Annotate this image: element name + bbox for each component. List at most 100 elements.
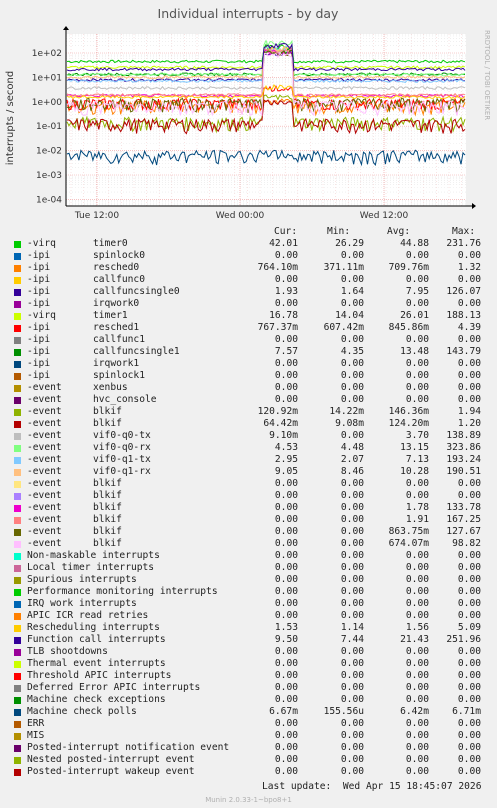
legend-row: -event blkif 0.00 0.00 1.91 167.25 (0, 514, 497, 526)
legend-value-max: 188.13 (446, 310, 481, 321)
legend-label: Thermal event interrupts (27, 658, 166, 669)
munin-footer: Munin 2.0.33-1~bpo8+1 (205, 796, 292, 804)
legend-value-cur: 9.05 (274, 466, 298, 477)
legend-row: -event vif0-q0-tx 9.10m 0.00 3.70 138.89 (0, 430, 497, 442)
legend-value-cur: 64.42m (263, 418, 298, 429)
legend-swatch (14, 505, 21, 512)
legend-value-max: 0.00 (457, 334, 481, 345)
legend-label: -event (27, 514, 62, 525)
legend-label: Spurious interrupts (27, 574, 137, 585)
legend-value-max: 0.00 (457, 682, 481, 693)
legend-value-cur: 0.00 (274, 742, 298, 753)
legend-label-detail: blkif (93, 478, 122, 489)
legend-value-min: 0.00 (340, 730, 364, 741)
legend-value-min: 0.00 (340, 550, 364, 561)
legend-swatch (14, 277, 21, 284)
legend-label-detail: blkif (93, 538, 122, 549)
legend-value-max: 4.39 (457, 322, 481, 333)
legend-row: -virq timer0 42.01 26.29 44.88 231.76 (0, 238, 497, 250)
legend-swatch (14, 661, 21, 668)
legend-label-detail: timer1 (93, 310, 128, 321)
legend-value-cur: 0.00 (274, 586, 298, 597)
legend-label-detail: vif0-q0-rx (93, 442, 151, 453)
legend-swatch (14, 289, 21, 296)
legend-value-max: 143.79 (446, 346, 481, 357)
legend-value-cur: 764.10m (257, 262, 298, 273)
legend-label: -ipi (27, 286, 51, 297)
legend-value-min: 0.00 (340, 598, 364, 609)
legend-label: -ipi (27, 358, 51, 369)
ytick-label: 1e+01 (32, 73, 62, 83)
legend-label-detail: vif0-q0-tx (93, 430, 151, 441)
legend-value-min: 9.08m (335, 418, 364, 429)
legend-header-cur: Cur: (274, 226, 298, 237)
legend-value-cur: 0.00 (274, 730, 298, 741)
legend-swatch (14, 469, 21, 476)
legend-value-min: 0.00 (340, 754, 364, 765)
legend-label-detail: spinlock1 (93, 370, 145, 381)
legend-label: -virq (27, 238, 56, 249)
xtick-label: Wed 12:00 (360, 211, 409, 221)
legend-row: Machine check polls 6.67m 155.56u 6.42m 6.71… (0, 706, 497, 718)
legend-label: ERR (27, 718, 45, 729)
legend-label: Posted-interrupt wakeup event (27, 766, 195, 777)
last-update: Last update: Wed Apr 15 18:45:07 2026 (262, 781, 482, 792)
legend-value-min: 0.00 (340, 610, 364, 621)
legend-value-min: 0.00 (340, 430, 364, 441)
legend-value-cur: 9.10m (269, 430, 298, 441)
legend-value-cur: 0.00 (274, 718, 298, 729)
legend-label: -event (27, 454, 62, 465)
legend-row: -event blkif 0.00 0.00 1.78 133.78 (0, 502, 497, 514)
legend-label-detail: blkif (93, 526, 122, 537)
legend-value-cur: 1.53 (274, 622, 298, 633)
legend-row: ERR 0.00 0.00 0.00 0.00 (0, 718, 497, 730)
legend-value-cur: 0.00 (274, 550, 298, 561)
legend-value-min: 0.00 (340, 478, 364, 489)
y-axis-label: interrupts / second (5, 71, 16, 165)
legend-label: -ipi (27, 298, 51, 309)
legend-label-detail: timer0 (93, 238, 128, 249)
rrdtool-credit: RRDTOOL / TOBI OETIKER (483, 30, 491, 120)
legend-value-cur: 0.00 (274, 670, 298, 681)
legend-value-min: 1.64 (340, 286, 364, 297)
legend-row: -event blkif 0.00 0.00 0.00 0.00 (0, 478, 497, 490)
legend-value-min: 1.14 (340, 622, 364, 633)
legend-label: IRQ work interrupts (27, 598, 137, 609)
legend-row: Thermal event interrupts 0.00 0.00 0.00 0.00 (0, 658, 497, 670)
legend-swatch (14, 517, 21, 524)
legend-label-detail: resched0 (93, 262, 140, 273)
legend-value-cur: 0.00 (274, 370, 298, 381)
legend-value-min: 0.00 (340, 574, 364, 585)
legend-value-max: 193.24 (446, 454, 481, 465)
legend-value-max: 0.00 (457, 718, 481, 729)
legend-row: -event vif0-q0-rx 4.53 4.48 13.15 323.86 (0, 442, 497, 454)
legend-value-cur: 0.00 (274, 490, 298, 501)
legend-row: IRQ work interrupts 0.00 0.00 0.00 0.00 (0, 598, 497, 610)
legend-label: -ipi (27, 250, 51, 261)
legend-swatch (14, 757, 21, 764)
legend-label: -event (27, 430, 62, 441)
legend-value-min: 0.00 (340, 694, 364, 705)
legend-label: -event (27, 394, 62, 405)
legend-value-max: 0.00 (457, 562, 481, 573)
ytick-label: 1e-04 (36, 195, 62, 205)
legend-row: -event hvc_console 0.00 0.00 0.00 0.00 (0, 394, 497, 406)
legend-swatch (14, 409, 21, 416)
legend-row: Deferred Error APIC interrupts 0.00 0.00 0.… (0, 682, 497, 694)
legend-label: MIS (27, 730, 45, 741)
legend-value-cur: 767.37m (257, 322, 298, 333)
legend-label-detail: blkif (93, 514, 122, 525)
legend-value-cur: 0.00 (274, 610, 298, 621)
legend-value-max: 0.00 (457, 550, 481, 561)
legend-value-cur: 16.78 (269, 310, 298, 321)
legend-value-max: 231.76 (446, 238, 481, 249)
legend-value-max: 98.82 (452, 538, 481, 549)
legend-swatch (14, 589, 21, 596)
legend-swatch (14, 697, 21, 704)
legend-label: Local timer interrupts (27, 562, 155, 573)
legend-row: Threshold APIC interrupts 0.00 0.00 0.00 0.0… (0, 670, 497, 682)
xtick-label: Wed 00:00 (216, 211, 265, 221)
legend-value-max: 0.00 (457, 694, 481, 705)
legend-value-max: 5.09 (457, 622, 481, 633)
legend-value-min: 0.00 (340, 658, 364, 669)
